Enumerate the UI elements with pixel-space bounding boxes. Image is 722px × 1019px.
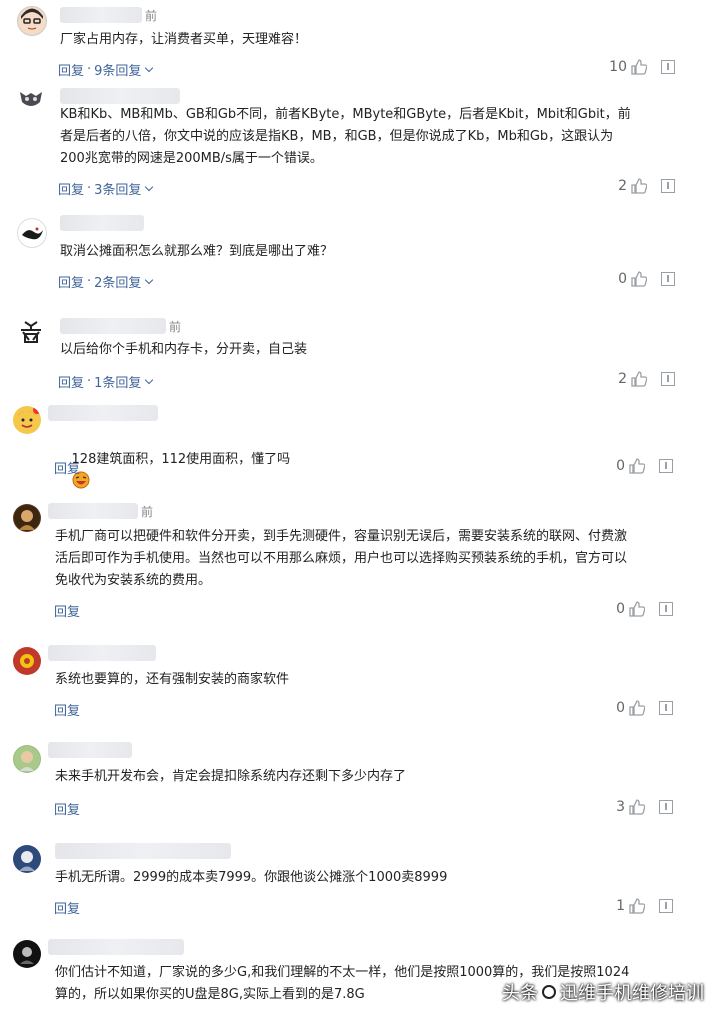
username[interactable] bbox=[48, 503, 138, 519]
comment-actions: 回复 bbox=[54, 898, 80, 917]
comment-tools: 2 bbox=[613, 371, 675, 387]
report-icon[interactable] bbox=[659, 800, 673, 814]
avatar[interactable] bbox=[13, 745, 41, 773]
reply-button[interactable]: 回复 bbox=[54, 898, 80, 917]
like-count: 10 bbox=[609, 59, 627, 75]
comment-text: 系统也要算的，还有强制安装的商家软件 bbox=[55, 672, 290, 687]
comment-text: 以后给你个手机和内存卡，分开卖，自己装 bbox=[60, 342, 308, 357]
thumbs-up-icon[interactable] bbox=[631, 371, 647, 387]
report-icon[interactable] bbox=[661, 60, 675, 74]
username[interactable] bbox=[48, 405, 158, 421]
like-count: 0 bbox=[616, 700, 625, 716]
comment-text: 取消公摊面积怎么就那么难？到底是哪出了难？ bbox=[60, 244, 334, 259]
reply-button[interactable]: 回复 bbox=[58, 60, 84, 79]
watermark-text: 迅维手机维修培训 bbox=[560, 983, 704, 1004]
report-icon[interactable] bbox=[661, 179, 675, 193]
comment-text: 手机厂商可以把硬件和软件分开卖，到手先测硬件，容量识别无误后，需要安装系统的联网… bbox=[55, 529, 628, 588]
thumbs-up-icon[interactable] bbox=[631, 178, 647, 194]
comment-tools: 0 bbox=[611, 458, 673, 474]
username[interactable] bbox=[55, 843, 231, 859]
comment-actions: 回复 · 1条回复 bbox=[58, 372, 154, 391]
comment-text: 128建筑面积，112使用面积，懂了吗 bbox=[55, 427, 290, 515]
thumbs-up-icon[interactable] bbox=[629, 898, 645, 914]
view-replies-button[interactable]: 1条回复 bbox=[94, 372, 141, 391]
view-replies-button[interactable]: 3条回复 bbox=[94, 179, 141, 198]
view-replies-button[interactable]: 9条回复 bbox=[94, 60, 141, 79]
reply-button[interactable]: 回复 bbox=[54, 799, 80, 818]
comment-text-content: 128建筑面积，112使用面积，懂了吗 bbox=[71, 452, 291, 467]
comment-tools: 0 bbox=[611, 700, 673, 716]
watermark: 头条 迅维手机维修培训 bbox=[502, 979, 704, 1005]
like-count: 2 bbox=[618, 178, 627, 194]
comment-tools: 3 bbox=[611, 799, 673, 815]
username[interactable] bbox=[60, 318, 166, 334]
username[interactable] bbox=[48, 742, 132, 758]
thumbs-up-icon[interactable] bbox=[629, 799, 645, 815]
comment-actions: 回复 · 9条回复 bbox=[58, 60, 154, 79]
report-icon[interactable] bbox=[659, 602, 673, 616]
username[interactable] bbox=[60, 215, 144, 231]
report-icon[interactable] bbox=[661, 272, 675, 286]
username[interactable] bbox=[48, 645, 156, 661]
report-icon[interactable] bbox=[659, 459, 673, 473]
reply-button[interactable]: 回复 bbox=[54, 700, 80, 719]
chevron-down-icon[interactable] bbox=[145, 275, 154, 284]
reply-button[interactable]: 回复 bbox=[58, 272, 84, 291]
report-icon[interactable] bbox=[659, 899, 673, 913]
like-count: 3 bbox=[616, 799, 625, 815]
reply-button[interactable]: 回复 bbox=[58, 372, 84, 391]
thumbs-up-icon[interactable] bbox=[629, 601, 645, 617]
comment-actions: 回复 · 3条回复 bbox=[58, 179, 154, 198]
comment-actions: 回复 bbox=[54, 601, 80, 620]
chevron-down-icon[interactable] bbox=[145, 182, 154, 191]
avatar[interactable] bbox=[13, 940, 41, 968]
thumbs-up-icon[interactable] bbox=[629, 700, 645, 716]
username[interactable] bbox=[48, 939, 184, 955]
thumbs-up-icon[interactable] bbox=[629, 458, 645, 474]
report-icon[interactable] bbox=[659, 701, 673, 715]
chevron-down-icon[interactable] bbox=[145, 63, 154, 72]
reply-button[interactable]: 回复 bbox=[58, 179, 84, 198]
thumbs-up-icon[interactable] bbox=[631, 271, 647, 287]
avatar[interactable] bbox=[17, 318, 45, 346]
avatar[interactable] bbox=[17, 6, 47, 36]
comment-actions: 回复 · 2条回复 bbox=[58, 272, 154, 291]
comment-text: KB和Kb、MB和Mb、GB和Gb不同，前者KByte，MByte和GByte，… bbox=[60, 107, 631, 166]
avatar[interactable] bbox=[13, 845, 41, 873]
like-count: 1 bbox=[616, 898, 625, 914]
comment-tools: 10 bbox=[609, 59, 675, 75]
username[interactable] bbox=[60, 88, 180, 104]
like-count: 2 bbox=[618, 371, 627, 387]
avatar[interactable] bbox=[17, 218, 47, 248]
like-count: 0 bbox=[616, 601, 625, 617]
report-icon[interactable] bbox=[661, 372, 675, 386]
watermark-prefix: 头条 bbox=[502, 983, 538, 1004]
comment-text: 手机无所谓。2999的成本卖7999。你跟他谈公摊涨个1000卖8999 bbox=[55, 870, 448, 885]
reply-button[interactable]: 回复 bbox=[54, 601, 80, 620]
reply-button[interactable]: 回复 bbox=[54, 458, 80, 477]
comment-actions: 回复 bbox=[54, 458, 80, 477]
comment-tools: 0 bbox=[611, 601, 673, 617]
like-count: 0 bbox=[616, 458, 625, 474]
comment-actions: 回复 bbox=[54, 799, 80, 818]
comment-tools: 1 bbox=[611, 898, 673, 914]
comment-text: 未来手机开发布会，肯定会提扣除系统内存还剩下多少内存了 bbox=[55, 769, 407, 784]
avatar[interactable] bbox=[13, 504, 41, 532]
like-count: 0 bbox=[618, 271, 627, 287]
username[interactable] bbox=[60, 7, 142, 23]
view-replies-button[interactable]: 2条回复 bbox=[94, 272, 141, 291]
comment-time: 前 bbox=[141, 505, 154, 519]
avatar[interactable] bbox=[13, 647, 41, 675]
thumbs-up-icon[interactable] bbox=[631, 59, 647, 75]
at-icon bbox=[542, 985, 556, 999]
comment-tools: 0 bbox=[613, 271, 675, 287]
comment-actions: 回复 bbox=[54, 700, 80, 719]
comment-tools: 2 bbox=[613, 178, 675, 194]
comment-text: 厂家占用内存，让消费者买单，天理难容！ bbox=[60, 32, 308, 47]
chevron-down-icon[interactable] bbox=[145, 375, 154, 384]
comment-time: 前 bbox=[169, 320, 182, 334]
avatar[interactable] bbox=[17, 86, 45, 114]
avatar[interactable] bbox=[13, 406, 41, 434]
comment-time: 前 bbox=[145, 9, 158, 23]
